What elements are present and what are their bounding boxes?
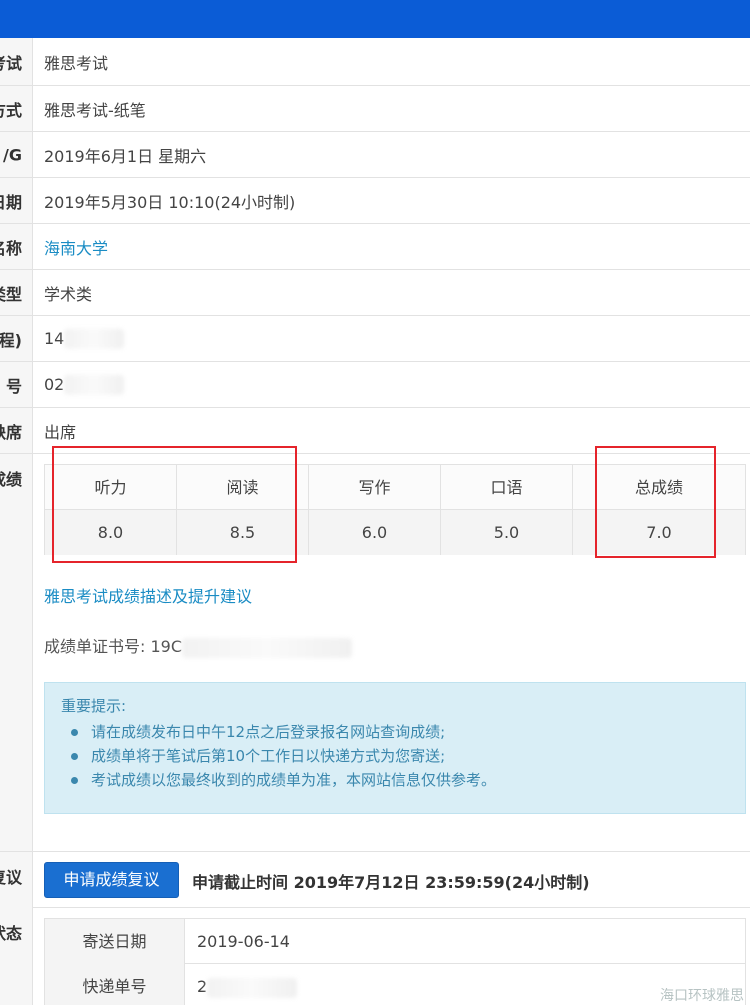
watermark: 海口环球雅思 <box>660 988 744 1004</box>
info-label: 日期 <box>0 192 22 212</box>
scores-label: 成绩 <box>0 470 22 489</box>
info-row-number: 号 02 <box>0 362 750 408</box>
review-label: 复议 <box>0 868 22 887</box>
notice-list: 请在成绩发布日中午12点之后登录报名网站查询成绩; 成绩单将于笔试后第10个工作… <box>61 720 729 792</box>
notice-item: 考试成绩以您最终收到的成绩单为准，本网站信息仅供参考。 <box>69 768 729 792</box>
info-row-exam: 考试 雅思考试 <box>0 38 750 86</box>
review-row: 复议 申请成绩复议 申请截止时间 2019年7月12日 23:59:59(24小… <box>0 851 750 908</box>
info-value: 2019年5月30日 10:10(24小时制) <box>44 192 296 212</box>
apply-review-button[interactable]: 申请成绩复议 <box>44 862 179 898</box>
shipping-table: 寄送日期 2019-06-14 快递单号 2 <box>44 918 746 1005</box>
info-row-speaking-date: 日期 2019年5月30日 10:10(24小时制) <box>0 178 750 224</box>
info-value: 学术类 <box>44 284 93 304</box>
info-value: 雅思考试-纸笔 <box>44 100 146 120</box>
info-label: 程) <box>0 330 22 350</box>
info-row-date: /G 2019年6月1日 星期六 <box>0 132 750 178</box>
top-bar <box>0 0 750 38</box>
info-row-venue: 名称 海南大学 <box>0 224 750 270</box>
redacted-blur <box>64 328 125 349</box>
score-header-speaking: 口语 <box>441 465 573 510</box>
info-row-course: 程) 14 <box>0 316 750 362</box>
info-label: 名称 <box>0 238 22 258</box>
review-label-cell: 复议 <box>0 852 33 908</box>
score-value-speaking: 5.0 <box>441 510 573 555</box>
redacted-blur <box>182 637 353 658</box>
shipping-row-tracking: 快递单号 2 <box>45 964 745 1005</box>
info-row-mode: 方式 雅思考试-纸笔 <box>0 86 750 132</box>
certificate-number: 成绩单证书号: 19C <box>44 633 353 658</box>
notice-item: 请在成绩发布日中午12点之后登录报名网站查询成绩; <box>69 720 729 744</box>
info-label: 考试 <box>0 53 22 73</box>
shipping-label: 状态 <box>0 924 22 943</box>
redacted-blur <box>64 374 125 395</box>
shipping-key: 寄送日期 <box>45 919 185 964</box>
highlight-box-listening-reading <box>52 446 297 563</box>
certificate-number-text: 成绩单证书号: 19C <box>44 637 183 656</box>
info-label: 方式 <box>0 100 22 120</box>
notice-item: 成绩单将于笔试后第10个工作日以快递方式为您寄送; <box>69 744 729 768</box>
info-row-type: 类型 学术类 <box>0 270 750 316</box>
venue-link[interactable]: 海南大学 <box>44 235 108 259</box>
scores-label-cell: 成绩 <box>0 454 33 851</box>
review-deadline: 申请截止时间 2019年7月12日 23:59:59(24小时制) <box>192 873 590 892</box>
redacted-blur <box>207 977 298 998</box>
info-label: 缺席 <box>0 422 22 442</box>
info-label: 号 <box>5 376 22 396</box>
shipping-value: 2019-06-14 <box>197 932 290 951</box>
notice-box: 重要提示: 请在成绩发布日中午12点之后登录报名网站查询成绩; 成绩单将于笔试后… <box>44 682 746 814</box>
score-description-link[interactable]: 雅思考试成绩描述及提升建议 <box>44 583 252 607</box>
shipping-value: 2 <box>197 964 298 1005</box>
info-value: 出席 <box>44 422 77 442</box>
score-value-writing: 6.0 <box>309 510 441 555</box>
highlight-box-overall <box>595 446 716 558</box>
info-value: 02 <box>44 374 65 394</box>
info-label: 类型 <box>0 284 22 304</box>
info-value: 2019年6月1日 星期六 <box>44 146 207 166</box>
shipping-key: 快递单号 <box>45 964 185 1005</box>
info-value: 雅思考试 <box>44 53 109 73</box>
shipping-label-cell: 状态 <box>0 908 33 1005</box>
info-value: 14 <box>44 328 65 348</box>
info-label: /G <box>3 145 22 164</box>
notice-title: 重要提示: <box>61 697 127 715</box>
tracking-number: 2 <box>197 977 208 996</box>
shipping-row-date: 寄送日期 2019-06-14 <box>45 919 745 964</box>
score-header-writing: 写作 <box>309 465 441 510</box>
